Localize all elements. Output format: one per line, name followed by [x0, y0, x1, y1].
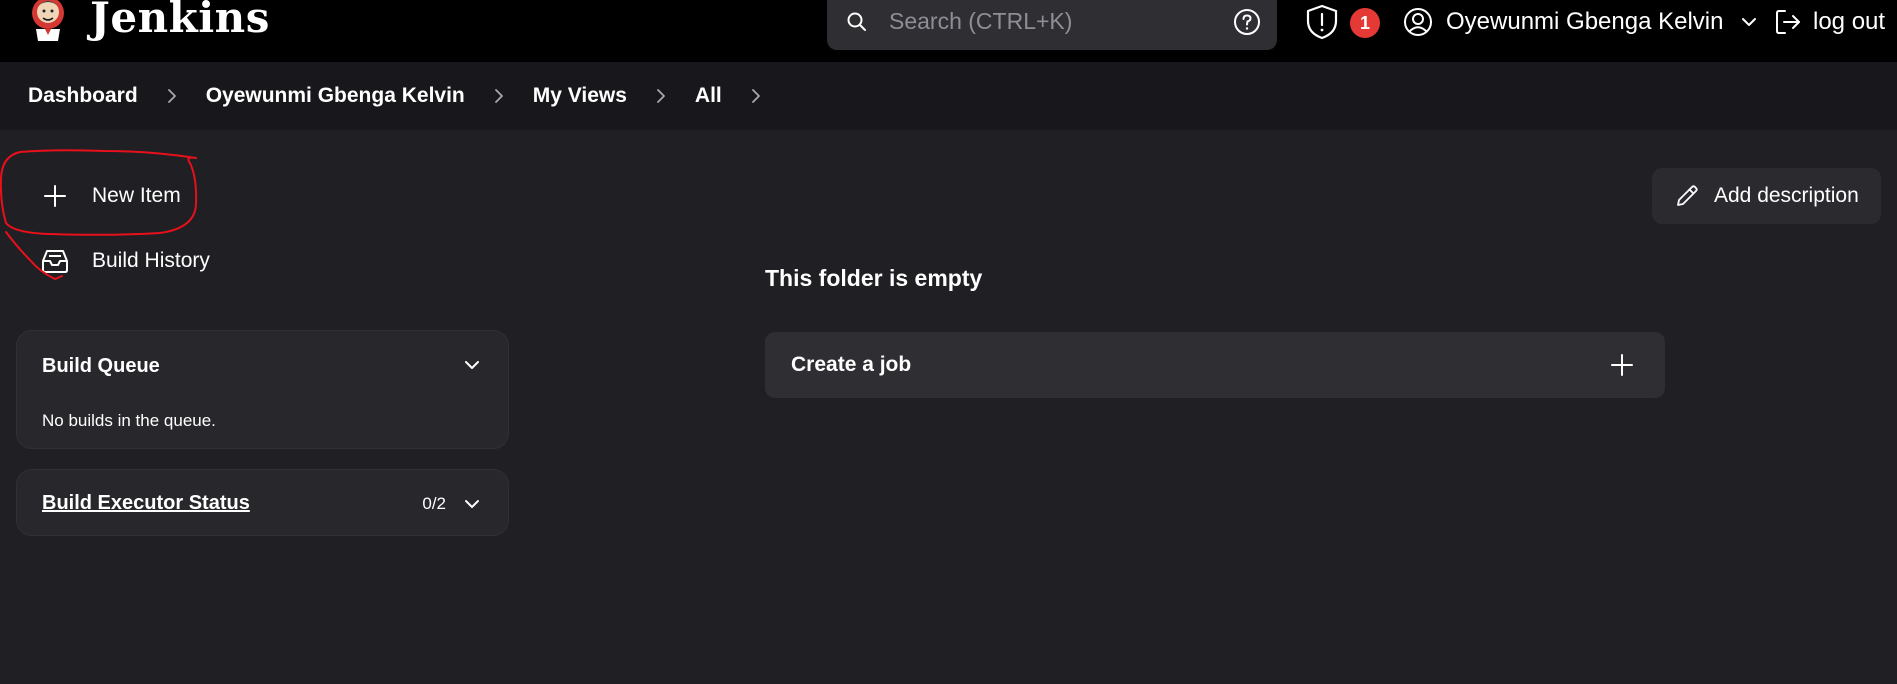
plus-icon	[44, 185, 66, 207]
breadcrumb-all[interactable]: All	[695, 84, 722, 108]
chevron-down-icon[interactable]	[1739, 12, 1759, 32]
logout-icon	[1776, 10, 1800, 34]
build-executor-panel: Build Executor Status 0/2	[16, 469, 509, 536]
security-alert-count-badge: 1	[1350, 8, 1380, 38]
top-header: Jenkins 1 Oyewunmi Gbenga Kelvin	[0, 0, 1897, 62]
chevron-down-icon[interactable]	[462, 355, 482, 375]
new-item-task[interactable]: New Item	[40, 181, 181, 211]
plus-icon	[1611, 354, 1633, 376]
chevron-right-icon[interactable]	[491, 88, 507, 104]
build-executor-title-link[interactable]: Build Executor Status	[42, 492, 250, 515]
new-item-label[interactable]: New Item	[92, 184, 181, 208]
folder-empty-heading: This folder is empty	[765, 265, 983, 291]
breadcrumb-dashboard[interactable]: Dashboard	[28, 84, 138, 108]
chevron-right-icon[interactable]	[164, 88, 180, 104]
chevron-right-icon[interactable]	[748, 88, 764, 104]
jenkins-logo-icon	[32, 0, 64, 41]
build-history-label[interactable]: Build History	[92, 249, 210, 273]
help-icon[interactable]	[1232, 7, 1262, 37]
breadcrumb: Dashboard Oyewunmi Gbenga Kelvin My View…	[0, 62, 1897, 130]
jenkins-home-link[interactable]: Jenkins	[24, 0, 270, 44]
build-queue-empty-text: No builds in the queue.	[42, 411, 216, 430]
user-name[interactable]: Oyewunmi Gbenga Kelvin	[1446, 8, 1723, 36]
user-avatar-icon	[1404, 8, 1432, 36]
breadcrumb-my-views[interactable]: My Views	[533, 84, 627, 108]
executor-count: 0/2	[422, 494, 446, 513]
breadcrumb-user[interactable]: Oyewunmi Gbenga Kelvin	[206, 84, 465, 108]
search-input[interactable]	[889, 4, 1219, 38]
build-history-task[interactable]: Build History	[40, 246, 210, 276]
user-menu[interactable]: Oyewunmi Gbenga Kelvin	[1402, 4, 1759, 40]
logout-label[interactable]: log out	[1813, 8, 1885, 36]
chevron-right-icon[interactable]	[653, 88, 669, 104]
search-box[interactable]	[827, 0, 1277, 50]
logout-link[interactable]: log out	[1773, 4, 1885, 40]
inbox-tray-icon	[42, 250, 68, 273]
shield-alert-icon	[1306, 4, 1338, 40]
build-queue-panel: Build Queue No builds in the queue.	[16, 330, 509, 449]
add-description-button[interactable]: Add description	[1652, 168, 1881, 224]
brand-name: Jenkins	[90, 0, 270, 42]
chevron-down-icon[interactable]	[462, 494, 482, 514]
pencil-icon	[1677, 185, 1698, 206]
security-alerts-button[interactable]: 1	[1305, 4, 1380, 40]
search-icon	[847, 12, 866, 31]
create-job-label: Create a job	[791, 353, 912, 376]
add-description-label: Add description	[1714, 184, 1859, 207]
build-queue-title: Build Queue	[42, 355, 160, 377]
create-job-card[interactable]: Create a job	[765, 332, 1665, 398]
